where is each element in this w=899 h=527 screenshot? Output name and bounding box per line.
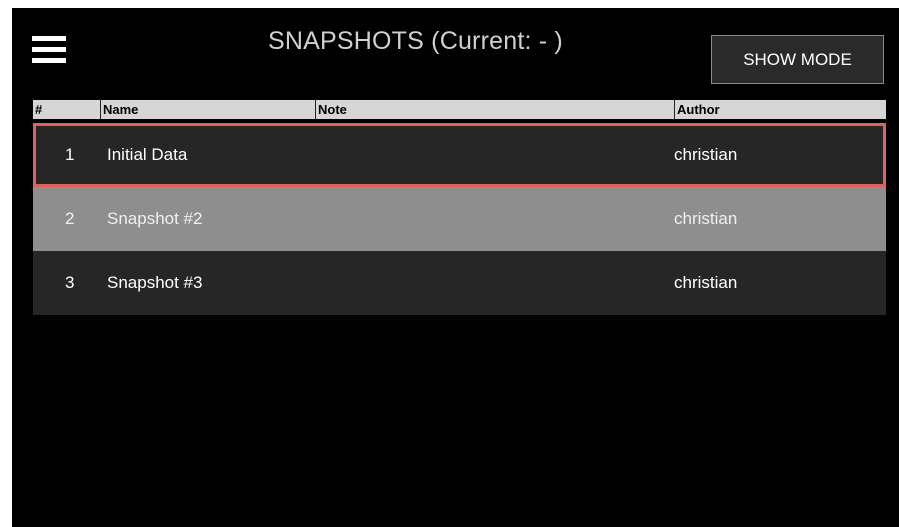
- row-number: 2: [65, 209, 75, 228]
- table-header: # Name Note Author: [33, 100, 886, 119]
- row-author: christian: [674, 209, 738, 228]
- snapshot-row-2[interactable]: 2 Snapshot #2 christian: [33, 187, 886, 251]
- column-header-note[interactable]: Note: [315, 100, 674, 119]
- row-author: christian: [674, 273, 738, 292]
- snapshot-row-3[interactable]: 3 Snapshot #3 christian: [33, 251, 886, 315]
- column-header-author[interactable]: Author: [674, 100, 886, 119]
- snapshot-list: 1 Initial Data christian 2 Snapshot #2 c…: [33, 123, 886, 315]
- row-number: 1: [65, 145, 75, 164]
- row-name: Snapshot #3: [107, 273, 203, 292]
- snapshot-row-1[interactable]: 1 Initial Data christian: [33, 123, 886, 187]
- show-mode-button[interactable]: SHOW MODE: [711, 35, 884, 84]
- row-number: 3: [65, 273, 75, 292]
- row-name: Snapshot #2: [107, 209, 203, 228]
- column-header-name[interactable]: Name: [100, 100, 315, 119]
- row-author: christian: [674, 145, 738, 164]
- snapshots-screen: SNAPSHOTS (Current: - ) SHOW MODE # Name…: [12, 8, 899, 527]
- column-header-number[interactable]: #: [33, 100, 100, 119]
- row-name: Initial Data: [107, 145, 188, 164]
